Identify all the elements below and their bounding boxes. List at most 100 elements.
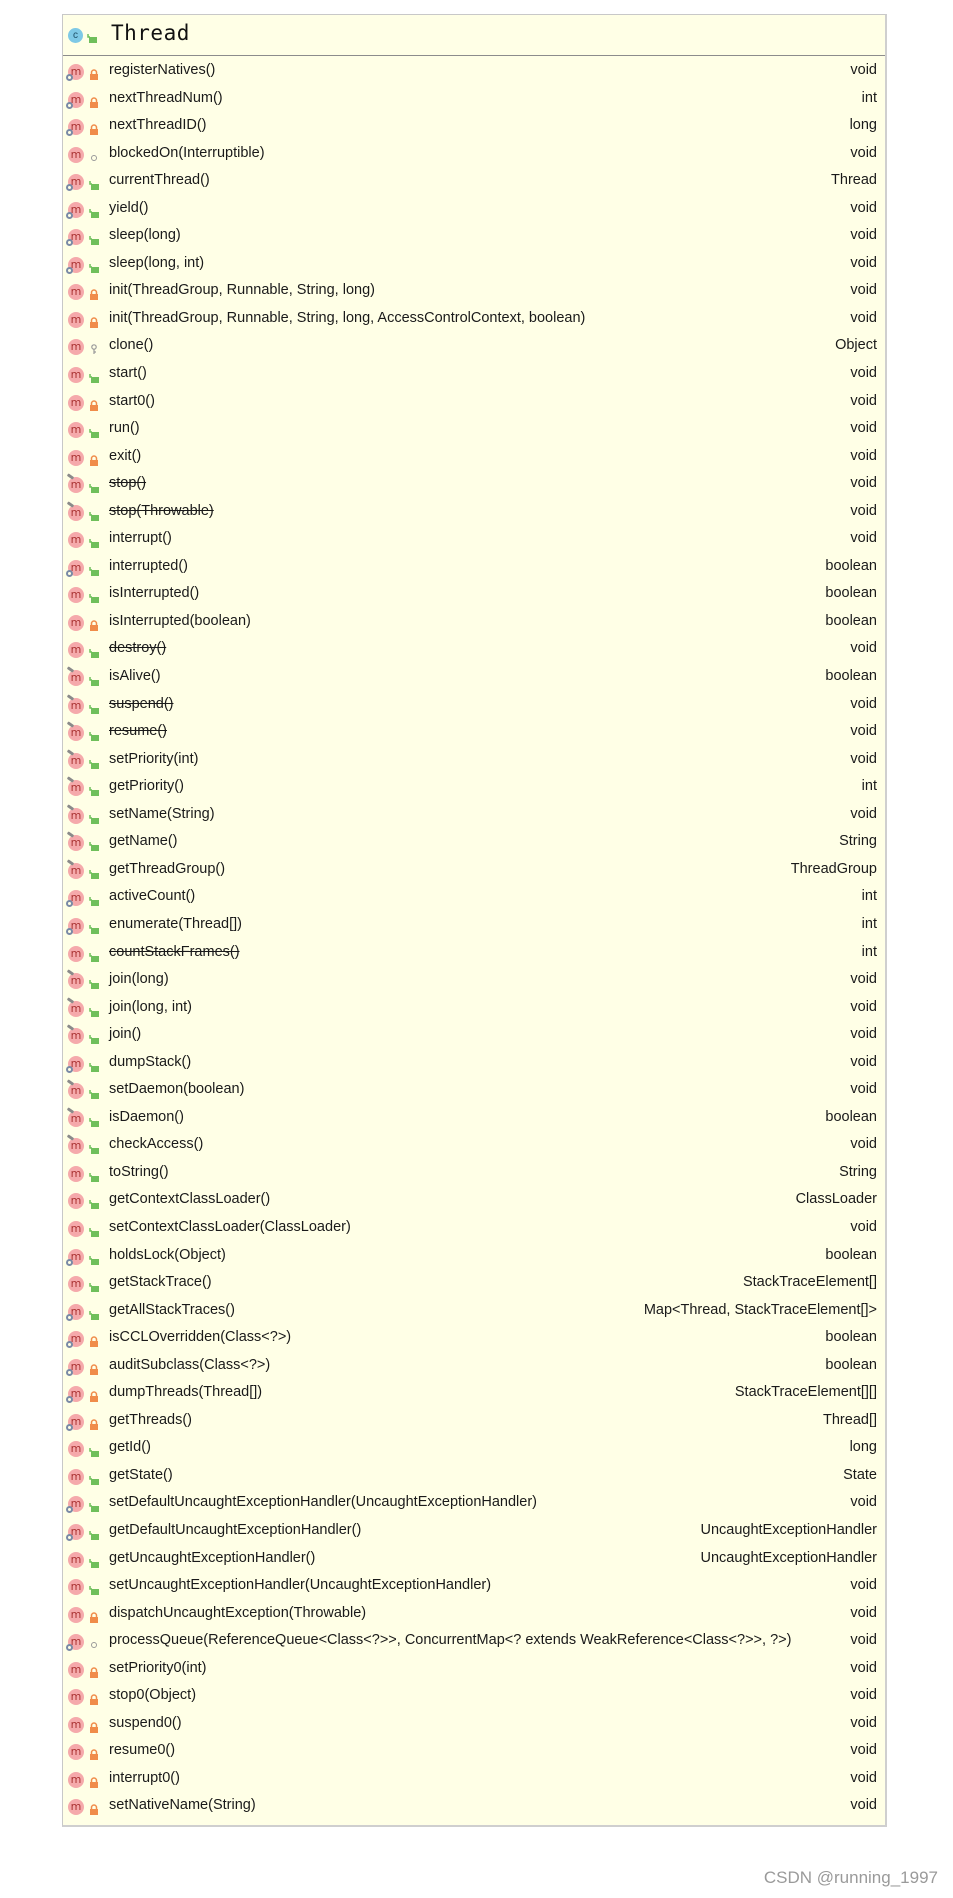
method-row[interactable]: m suspend0() void (63, 1711, 885, 1739)
method-row[interactable]: m isInterrupted(boolean) boolean (63, 609, 885, 637)
method-name: getId() (109, 1439, 151, 1456)
method-name: clone() (109, 337, 154, 354)
method-row[interactable]: m setPriority0(int) void (63, 1656, 885, 1684)
method-row[interactable]: m isAlive() boolean (63, 664, 885, 692)
method-name: getDefaultUncaughtExceptionHandler() (109, 1521, 362, 1538)
method-name: setUncaughtExceptionHandler(UncaughtExce… (109, 1577, 492, 1594)
public-icon (89, 1004, 99, 1017)
method-row[interactable]: m init(ThreadGroup, Runnable, String, lon… (63, 278, 885, 306)
private-lock-icon (89, 618, 99, 631)
method-row[interactable]: m isCCLOverridden(Class<?>) boolean (63, 1325, 885, 1353)
method-row[interactable]: m sleep(long, int) void (63, 251, 885, 279)
return-type: int (861, 778, 877, 795)
method-row[interactable]: m dumpThreads(Thread[]) StackTraceElement[… (63, 1380, 885, 1408)
method-row[interactable]: m setDefaultUncaughtExceptionHandler(Unca… (63, 1490, 885, 1518)
method-name: yield() (109, 199, 149, 216)
method-row[interactable]: m getPriority() int (63, 774, 885, 802)
method-name: getUncaughtExceptionHandler() (109, 1549, 316, 1566)
method-row[interactable]: m nextThreadID() long (63, 113, 885, 141)
static-icon (66, 900, 73, 908)
method-icon: m (68, 945, 84, 962)
method-row[interactable]: m getContextClassLoader() ClassLoader (63, 1187, 885, 1215)
method-row[interactable]: m clone() Object (63, 333, 885, 361)
method-icon: m (68, 284, 84, 301)
method-row[interactable]: m isInterrupted() boolean (63, 581, 885, 609)
final-pin-icon (66, 804, 75, 811)
method-row[interactable]: m getName() String (63, 829, 885, 857)
method-row[interactable]: m sleep(long) void (63, 223, 885, 251)
method-row[interactable]: m yield() void (63, 196, 885, 224)
public-icon (89, 260, 99, 273)
method-row[interactable]: m nextThreadNum() int (63, 86, 885, 114)
class-icon: c (68, 28, 83, 43)
method-name: getState() (109, 1466, 173, 1483)
method-row[interactable]: m holdsLock(Object) boolean (63, 1243, 885, 1271)
method-row[interactable]: m resume0() void (63, 1738, 885, 1766)
method-row[interactable]: m interrupt() void (63, 526, 885, 554)
method-row[interactable]: m setNativeName(String) void (63, 1793, 885, 1821)
method-row[interactable]: m getUncaughtExceptionHandler() UncaughtEx… (63, 1546, 885, 1574)
method-row[interactable]: m getAllStackTraces() Map<Thread, StackTra… (63, 1298, 885, 1326)
method-row[interactable]: m blockedOn(Interruptible) void (63, 141, 885, 169)
private-lock-icon (89, 287, 99, 301)
return-type: void (850, 1797, 877, 1814)
method-row[interactable]: m join() void (63, 1022, 885, 1050)
method-row[interactable]: m dispatchUncaughtException(Throwable) voi… (63, 1601, 885, 1629)
method-row[interactable]: m interrupted() boolean (63, 554, 885, 582)
method-row[interactable]: m toString() String (63, 1160, 885, 1188)
method-row[interactable]: m setDaemon(boolean) void (63, 1077, 885, 1105)
method-name: dumpStack() (109, 1053, 192, 1070)
method-row[interactable]: m start() void (63, 361, 885, 389)
method-row[interactable]: m setUncaughtExceptionHandler(UncaughtExc… (63, 1573, 885, 1601)
method-row[interactable]: m checkAccess() void (63, 1132, 885, 1160)
return-type: void (850, 475, 877, 492)
method-row[interactable]: m start0() void (63, 389, 885, 417)
method-row[interactable]: m run() void (63, 416, 885, 444)
method-row[interactable]: m auditSubclass(Class<?>) boolean (63, 1353, 885, 1381)
method-row[interactable]: m getState() State (63, 1463, 885, 1491)
return-type: int (861, 915, 877, 932)
method-row[interactable]: m setName(String) void (63, 802, 885, 830)
method-row[interactable]: m isDaemon() boolean (63, 1105, 885, 1133)
method-row[interactable]: m stop() void (63, 471, 885, 499)
method-row[interactable]: m enumerate(Thread[]) int (63, 912, 885, 940)
method-row[interactable]: m join(long, int) void (63, 995, 885, 1023)
public-icon (87, 30, 97, 48)
method-row[interactable]: m setPriority(int) void (63, 747, 885, 775)
method-icon: m (68, 1083, 84, 1100)
method-row[interactable]: m interrupt0() void (63, 1766, 885, 1794)
method-row[interactable]: m destroy() void (63, 636, 885, 664)
method-row[interactable]: m getThreads() Thread[] (63, 1408, 885, 1436)
method-row[interactable]: m suspend() void (63, 692, 885, 720)
method-row[interactable]: m activeCount() int (63, 884, 885, 912)
method-icon: m (68, 587, 84, 604)
method-row[interactable]: m join(long) void (63, 967, 885, 995)
final-pin-icon (66, 501, 75, 508)
public-icon (89, 590, 99, 604)
final-pin-icon (66, 1107, 75, 1114)
return-type: long (849, 117, 877, 134)
method-row[interactable]: m dumpStack() void (63, 1050, 885, 1078)
method-row[interactable]: m getDefaultUncaughtExceptionHandler() Unc… (63, 1518, 885, 1546)
method-row[interactable]: m init(ThreadGroup, Runnable, String, lon… (63, 306, 885, 334)
method-row[interactable]: m getId() long (63, 1435, 885, 1463)
public-icon (89, 1499, 99, 1513)
method-row[interactable]: m currentThread() Thread (63, 168, 885, 196)
return-type: void (850, 530, 877, 547)
method-row[interactable]: m stop(Throwable) void (63, 499, 885, 527)
method-row[interactable]: m exit() void (63, 444, 885, 472)
method-row[interactable]: m registerNatives() void (63, 58, 885, 86)
return-type: ThreadGroup (790, 860, 877, 877)
method-name: holdsLock(Object) (109, 1246, 226, 1263)
return-type: void (850, 1632, 877, 1649)
final-pin-icon (66, 748, 75, 756)
method-row[interactable]: m getStackTrace() StackTraceElement[] (63, 1270, 885, 1298)
method-row[interactable]: m processQueue(ReferenceQueue<Class<?>>, … (63, 1628, 885, 1656)
method-row[interactable]: m stop0(Object) void (63, 1683, 885, 1711)
method-name: start0() (109, 392, 155, 409)
method-row[interactable]: m getThreadGroup() ThreadGroup (63, 857, 885, 885)
method-row[interactable]: m resume() void (63, 719, 885, 747)
method-row[interactable]: m setContextClassLoader(ClassLoader) void (63, 1215, 885, 1243)
method-row[interactable]: m countStackFrames() int (63, 940, 885, 968)
return-type: boolean (825, 612, 877, 629)
